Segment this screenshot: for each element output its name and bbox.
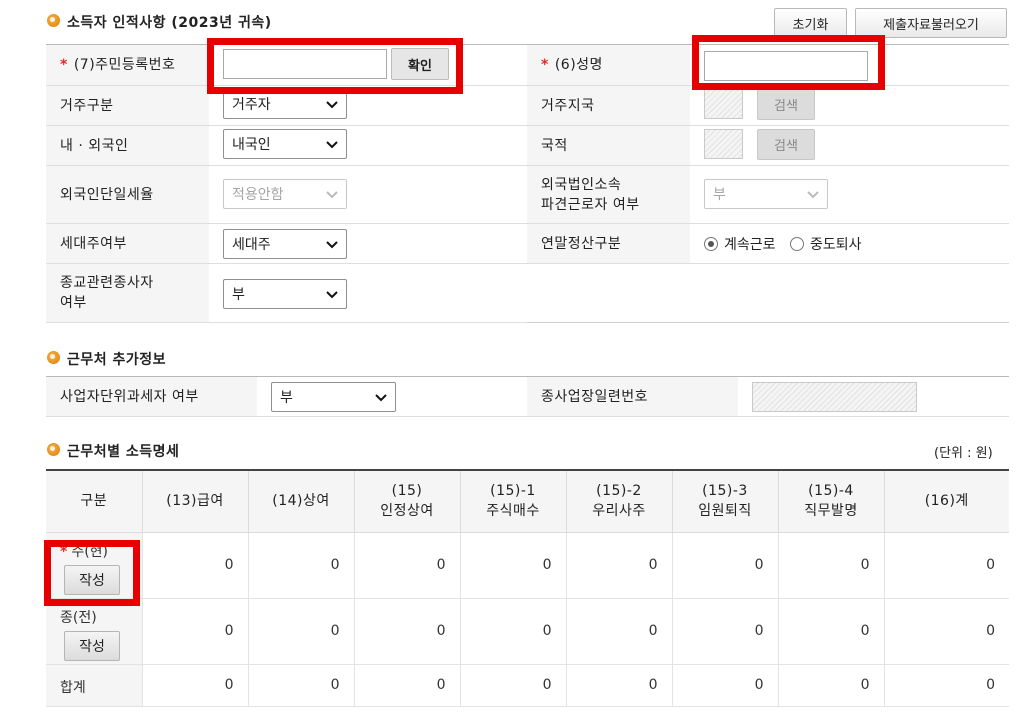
name-input[interactable]	[704, 51, 868, 81]
income-header-0: 구분	[46, 470, 143, 533]
income-cell: 0	[883, 663, 1009, 707]
income-cell: 0	[247, 597, 355, 665]
religious-worker-select[interactable]: 부	[223, 279, 347, 309]
income-cell: 0	[777, 597, 885, 665]
reset-button[interactable]: 초기화	[774, 8, 847, 38]
flat-tax-label: 외국인단일세율	[46, 165, 209, 224]
income-header-1: (13)급여	[141, 470, 249, 533]
income-cell: 0	[141, 597, 249, 665]
load-submitted-data-button[interactable]: 제출자료불러오기	[855, 8, 1007, 38]
income-row-label: 합계	[46, 663, 143, 707]
table-row: 합계 0 0 0 0 0 0 0 0	[46, 663, 1009, 707]
nationality-type-select[interactable]: 내국인	[223, 129, 347, 159]
branch-serial-field	[752, 382, 917, 412]
radio-unselected-icon	[789, 236, 804, 251]
unit-tax-label: 사업자단위과세자 여부	[46, 376, 257, 417]
chevron-down-icon	[807, 191, 819, 199]
income-cell: 0	[565, 531, 673, 599]
income-cell: 0	[141, 663, 249, 707]
income-header-2: (14)상여	[247, 470, 355, 533]
flat-tax-select: 적용안함	[223, 179, 347, 209]
income-header-3: (15) 인정상여	[353, 470, 461, 533]
write-button[interactable]: 작성	[64, 564, 120, 595]
nationality-label: 국적	[527, 125, 690, 166]
income-header-4: (15)-1 주식매수	[459, 470, 567, 533]
section-bullet-icon	[47, 14, 60, 27]
income-cell: 0	[353, 531, 461, 599]
unit-tax-select[interactable]: 부	[271, 382, 396, 412]
personal-info-table: * (7)주민등록번호 * (6)성명 거주구분 거주지국 내 · 외국인 국적 외…	[46, 44, 1009, 323]
mid-year-leave-label: 중도퇴사	[809, 236, 862, 253]
chevron-down-icon	[326, 191, 338, 199]
chevron-down-icon	[326, 101, 338, 109]
rrn-label: * (7)주민등록번호	[46, 44, 209, 86]
income-cell: 0	[459, 597, 567, 665]
income-cell: 0	[459, 663, 567, 707]
dispatched-worker-select: 부	[704, 179, 828, 209]
section-bullet-icon	[47, 443, 60, 456]
residency-select[interactable]: 거주자	[223, 89, 347, 119]
table-row: * 주(현) 작성 0 0 0 0 0 0 0 0	[46, 531, 1009, 599]
income-cell: 0	[565, 597, 673, 665]
income-cell: 0	[353, 663, 461, 707]
write-button[interactable]: 작성	[64, 630, 120, 661]
income-cell: 0	[883, 531, 1009, 599]
income-cell: 0	[353, 597, 461, 665]
income-cell: 0	[883, 597, 1009, 665]
religious-worker-label: 종교관련종사자 여부	[46, 263, 209, 323]
income-cell: 0	[141, 531, 249, 599]
residency-label: 거주구분	[46, 85, 209, 126]
residency-region-field	[704, 89, 743, 119]
income-header-7: (15)-4 직무발명	[777, 470, 885, 533]
rrn-confirm-button[interactable]: 확인	[391, 48, 449, 80]
chevron-down-icon	[326, 141, 338, 149]
continuing-work-label: 계속근로	[724, 236, 776, 253]
chevron-down-icon	[326, 291, 338, 299]
income-header-6: (15)-3 임원퇴직	[671, 470, 779, 533]
income-cell: 0	[777, 531, 885, 599]
residency-region-search-button[interactable]: 검색	[757, 89, 815, 120]
section-title-income-details: 근무처별 소득명세	[67, 444, 180, 460]
income-row-label: 종(전) 작성	[46, 597, 143, 665]
chevron-down-icon	[375, 394, 387, 402]
unit-label: (단위 : 원)	[934, 446, 993, 461]
income-cell: 0	[671, 531, 779, 599]
income-cell: 0	[247, 531, 355, 599]
nationality-search-button[interactable]: 검색	[757, 129, 815, 160]
nationality-type-label: 내 · 외국인	[46, 125, 209, 166]
income-cell: 0	[777, 663, 885, 707]
income-cell: 0	[565, 663, 673, 707]
table-row: 종(전) 작성 0 0 0 0 0 0 0 0	[46, 597, 1009, 665]
household-head-select[interactable]: 세대주	[223, 229, 347, 259]
income-cell: 0	[247, 663, 355, 707]
mid-year-leave-radio[interactable]: 중도퇴사	[789, 236, 862, 253]
income-cell: 0	[671, 663, 779, 707]
household-head-label: 세대주여부	[46, 223, 209, 264]
income-cell: 0	[671, 597, 779, 665]
settlement-type-label: 연말정산구분	[527, 223, 690, 264]
income-header-8: (16)계	[883, 470, 1009, 533]
branch-serial-label: 종사업장일련번호	[527, 376, 738, 417]
income-header-5: (15)-2 우리사주	[565, 470, 673, 533]
dispatched-worker-label: 외국법인소속 파견근로자 여부	[527, 165, 690, 224]
section-title-workplace-info: 근무처 추가정보	[67, 352, 167, 368]
name-label: * (6)성명	[527, 44, 690, 86]
section-title-personal-info: 소득자 인적사항 (2023년 귀속)	[67, 15, 272, 31]
chevron-down-icon	[326, 241, 338, 249]
income-cell: 0	[459, 531, 567, 599]
nationality-field	[704, 129, 743, 159]
income-table: 구분 (13)급여 (14)상여 (15) 인정상여 (15)-1 주식매수 (15)-2 우리…	[46, 469, 1009, 707]
income-row-label: * 주(현) 작성	[46, 531, 143, 599]
section-bullet-icon	[47, 351, 60, 364]
residency-region-label: 거주지국	[527, 85, 690, 126]
continuing-work-radio[interactable]: 계속근로	[704, 236, 776, 253]
rrn-input[interactable]	[223, 49, 387, 79]
radio-selected-icon	[704, 236, 718, 251]
